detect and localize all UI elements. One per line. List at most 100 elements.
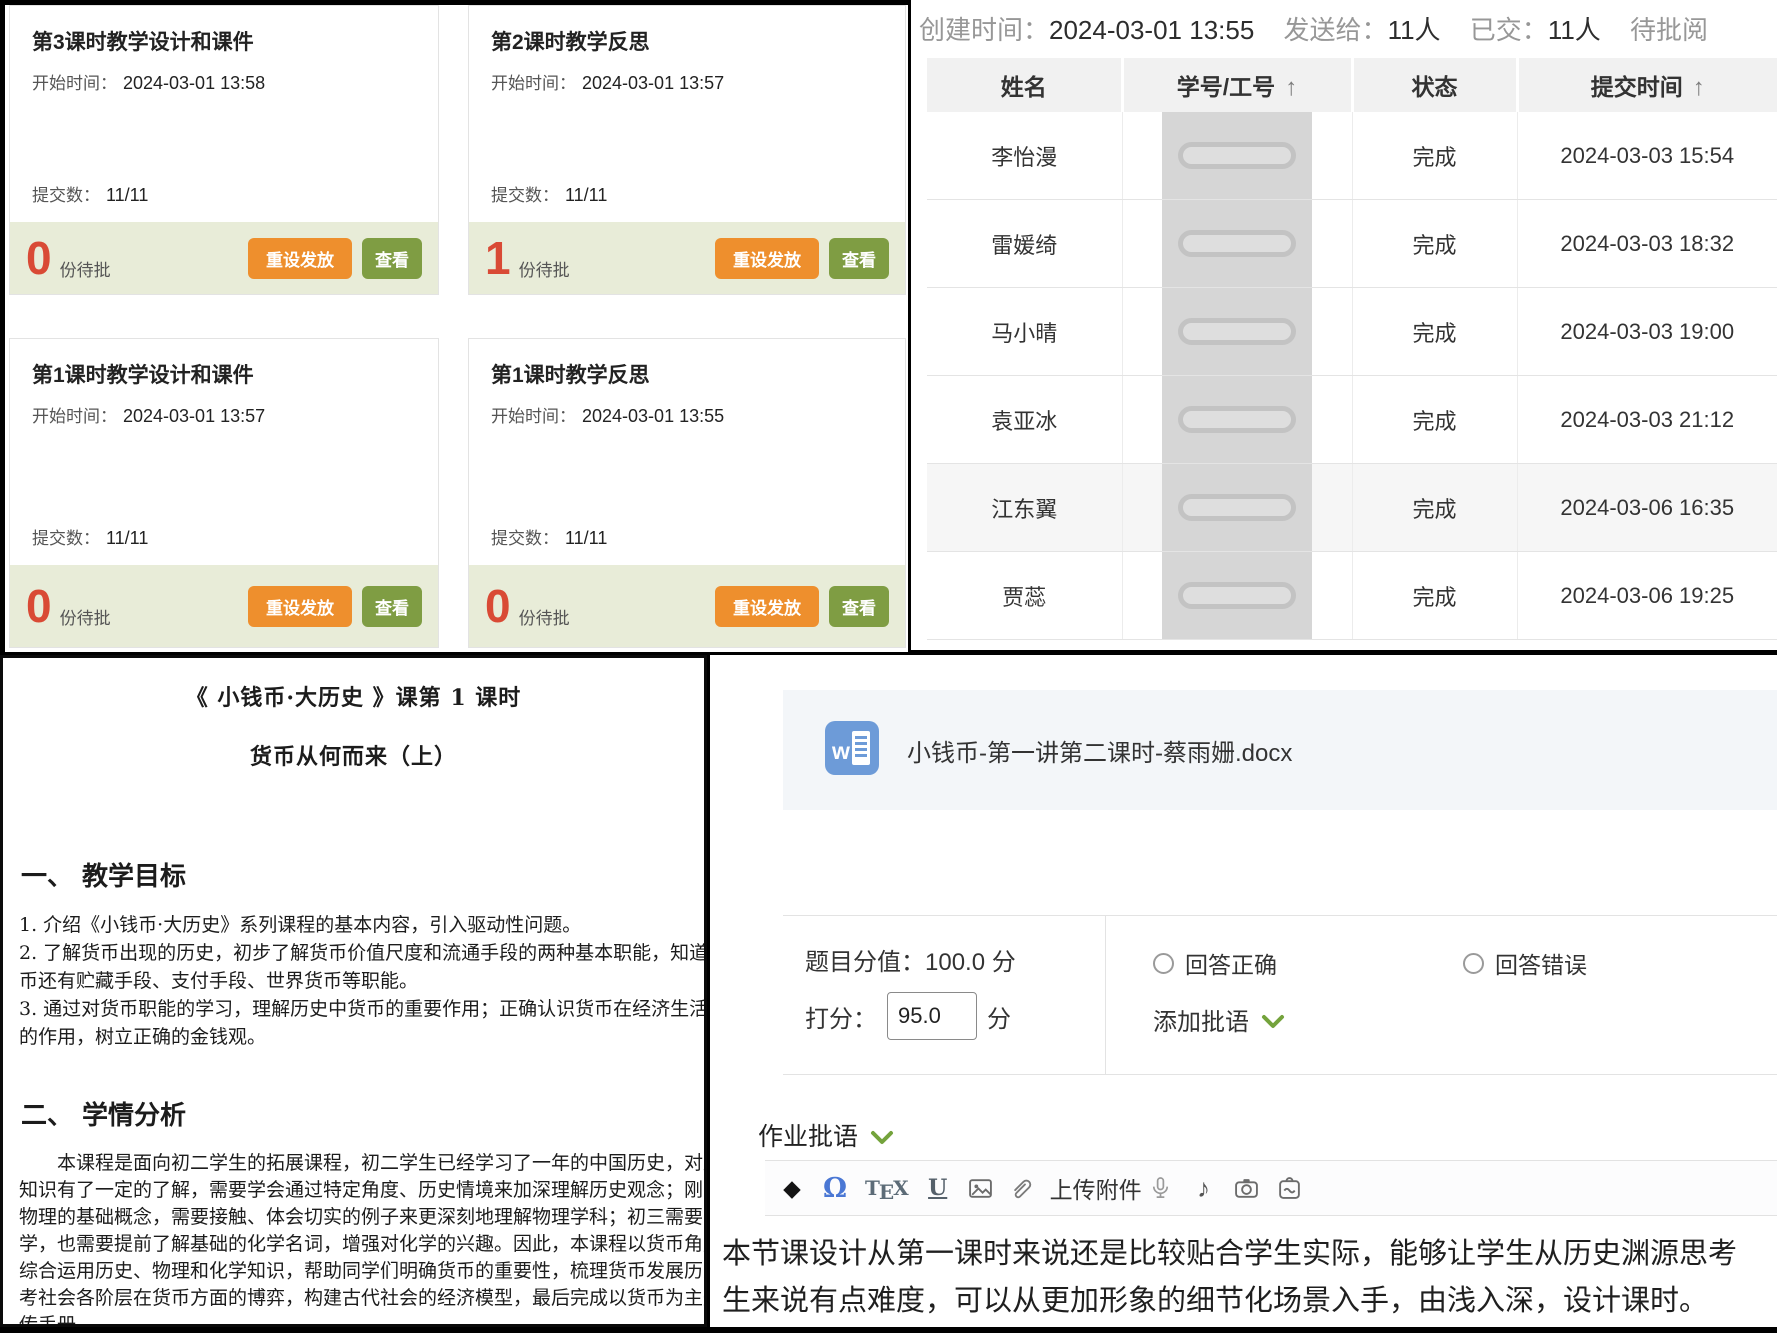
submit-count-value: 11/11 — [565, 185, 607, 205]
sort-up-icon[interactable]: ↑ — [1693, 74, 1705, 101]
question-score-label: 题目分值： — [805, 949, 925, 976]
tex-formula-icon[interactable]: TEX — [865, 1176, 908, 1200]
submit-time: 2024-03-06 19:25 — [1517, 552, 1777, 640]
comment-text-area[interactable]: 本节课设计从第一课时来说还是比较贴合学生实际，能够让学生从历史渊源思考 生来说有… — [722, 1231, 1777, 1325]
submit-count-value: 11/11 — [565, 528, 607, 548]
insert-image-icon[interactable] — [968, 1176, 994, 1201]
submit-time: 2024-03-03 21:12 — [1517, 376, 1777, 464]
reset-distribute-button[interactable]: 重设发放 — [248, 238, 352, 279]
eraser-icon[interactable]: ◆ — [779, 1175, 805, 1202]
upload-attachment-button[interactable]: 上传附件 — [1050, 1171, 1142, 1205]
microphone-icon[interactable] — [1148, 1176, 1174, 1201]
status: 完成 — [1352, 112, 1517, 200]
table-row: 江东翼 完成 2024-03-06 16:35 — [927, 464, 1777, 552]
assignments-panel: 第3课时教学设计和课件 开始时间： 2024-03-01 13:58 提交数： 11… — [5, 5, 908, 652]
view-button[interactable]: 查看 — [829, 586, 889, 627]
reset-distribute-button[interactable]: 重设发放 — [715, 238, 819, 279]
radio-circle-icon — [1463, 953, 1484, 974]
homework-comment-toggle[interactable]: 作业批语 — [758, 1117, 894, 1153]
submit-time: 2024-03-03 15:54 — [1517, 112, 1777, 200]
assignment-card: 第2课时教学反思 开始时间：2024-03-01 13:57 提交数：11/11… — [468, 5, 906, 295]
score-input[interactable] — [887, 992, 977, 1040]
redaction-blur — [1178, 582, 1296, 609]
divider — [1105, 916, 1106, 1074]
grade-label: 打分： — [805, 999, 877, 1034]
table-row: 雷媛绮 完成 2024-03-03 18:32 — [927, 200, 1777, 288]
student-id-redacted — [1122, 464, 1352, 552]
submit-count-value: 11/11 — [106, 185, 148, 205]
status: 完成 — [1352, 200, 1517, 288]
music-note-icon[interactable]: ♪ — [1191, 1173, 1217, 1204]
submit-time: 2024-03-03 19:00 — [1517, 288, 1777, 376]
add-comment-toggle[interactable]: 添加批语 — [1153, 1002, 1285, 1037]
student-id-redacted — [1122, 112, 1352, 200]
start-time-value: 2024-03-01 13:55 — [582, 406, 724, 426]
document-section-heading: 二、 学情分析 — [21, 1095, 704, 1132]
submit-count-label: 提交数： — [32, 529, 100, 548]
submitted-label: 已交： — [1470, 15, 1548, 45]
student-name: 马小晴 — [927, 288, 1122, 376]
radio-answer-wrong[interactable]: 回答错误 — [1463, 946, 1587, 980]
redaction-blur — [1178, 494, 1296, 521]
reset-distribute-button[interactable]: 重设发放 — [715, 586, 819, 627]
grading-panel: w 小钱币-第一讲第二课时-蔡雨姗.docx 题目分值：100.0 分 打分： … — [710, 655, 1777, 1327]
omega-symbol-icon[interactable]: Ω — [822, 1173, 848, 1204]
view-button[interactable]: 查看 — [362, 238, 422, 279]
student-name: 李怡漫 — [927, 112, 1122, 200]
underline-icon[interactable]: U — [925, 1175, 951, 1201]
document-section-heading: 一、 教学目标 — [21, 856, 704, 893]
radio-circle-icon — [1153, 953, 1174, 974]
view-button[interactable]: 查看 — [829, 238, 889, 279]
submissions-meta: 创建时间：2024-03-01 13:55 发送给：11人 已交：11人 待批阅 — [919, 10, 1708, 47]
student-name: 袁亚冰 — [927, 376, 1122, 464]
start-time-value: 2024-03-01 13:57 — [582, 73, 724, 93]
paperclip-icon[interactable] — [1011, 1176, 1037, 1201]
start-time-label: 开始时间： — [491, 407, 576, 426]
student-name: 贾蕊 — [927, 552, 1122, 640]
created-time-label: 创建时间： — [919, 15, 1049, 45]
svg-text:w: w — [831, 738, 850, 764]
pending-count: 0 — [485, 583, 511, 629]
pending-count: 0 — [26, 583, 52, 629]
status: 完成 — [1352, 288, 1517, 376]
chevron-down-icon — [1261, 1008, 1285, 1036]
assignment-card: 第1课时教学反思 开始时间：2024-03-01 13:55 提交数：11/11… — [468, 338, 906, 648]
pending-label: 份待批 — [519, 256, 570, 281]
assignment-title: 第1课时教学设计和课件 — [32, 359, 416, 389]
chevron-down-icon — [870, 1123, 894, 1152]
status: 完成 — [1352, 376, 1517, 464]
sent-to-value: 11人 — [1388, 15, 1441, 45]
document-preview: 《 小钱币·大历史 》课第 1 课时 货币从何而来（上） 一、 教学目标 1. … — [0, 655, 707, 1327]
start-time-value: 2024-03-01 13:58 — [123, 73, 265, 93]
assignment-card: 第3课时教学设计和课件 开始时间：2024-03-01 13:58 提交数：11… — [9, 5, 439, 295]
view-button[interactable]: 查看 — [362, 586, 422, 627]
submit-time: 2024-03-06 16:35 — [1517, 464, 1777, 552]
column-header-name: 姓名 — [927, 58, 1122, 112]
submissions-table: 姓名 学号/工号↑ 状态 提交时间↑ 李怡漫 完成 2024-03-03 15:… — [927, 58, 1777, 640]
table-row: 李怡漫 完成 2024-03-03 15:54 — [927, 112, 1777, 200]
column-header-student-id[interactable]: 学号/工号↑ — [1122, 58, 1352, 112]
submit-count-value: 11/11 — [106, 528, 148, 548]
assignment-card: 第1课时教学设计和课件 开始时间：2024-03-01 13:57 提交数：11… — [9, 338, 439, 648]
redaction-blur — [1178, 142, 1296, 169]
pending-label: 份待批 — [519, 604, 570, 629]
pending-label: 份待批 — [60, 604, 111, 629]
assignment-title: 第3课时教学设计和课件 — [32, 26, 416, 56]
radio-answer-correct[interactable]: 回答正确 — [1153, 946, 1277, 980]
reset-distribute-button[interactable]: 重设发放 — [248, 586, 352, 627]
submitted-file-row[interactable]: w 小钱币-第一讲第二课时-蔡雨姗.docx — [783, 690, 1777, 810]
file-name[interactable]: 小钱币-第一讲第二课时-蔡雨姗.docx — [907, 733, 1292, 768]
column-header-submit-time[interactable]: 提交时间↑ — [1517, 58, 1777, 112]
camera-icon[interactable] — [1234, 1176, 1260, 1201]
submitted-value: 11人 — [1548, 15, 1601, 45]
comment-line: 生来说有点难度，可以从更加形象的细节化场景入手，由浅入深，设计课时。 — [722, 1278, 1777, 1325]
start-time-label: 开始时间： — [491, 74, 576, 93]
document-title-line1: 《 小钱币·大历史 》课第 1 课时 — [3, 680, 704, 712]
document-title-line2: 货币从何而来（上） — [3, 739, 704, 771]
status: 完成 — [1352, 464, 1517, 552]
pending-review-label: 待批阅 — [1630, 15, 1708, 45]
photo-archive-icon[interactable] — [1277, 1176, 1303, 1201]
sort-up-icon[interactable]: ↑ — [1285, 74, 1297, 101]
table-row: 马小晴 完成 2024-03-03 19:00 — [927, 288, 1777, 376]
pending-label: 份待批 — [60, 256, 111, 281]
